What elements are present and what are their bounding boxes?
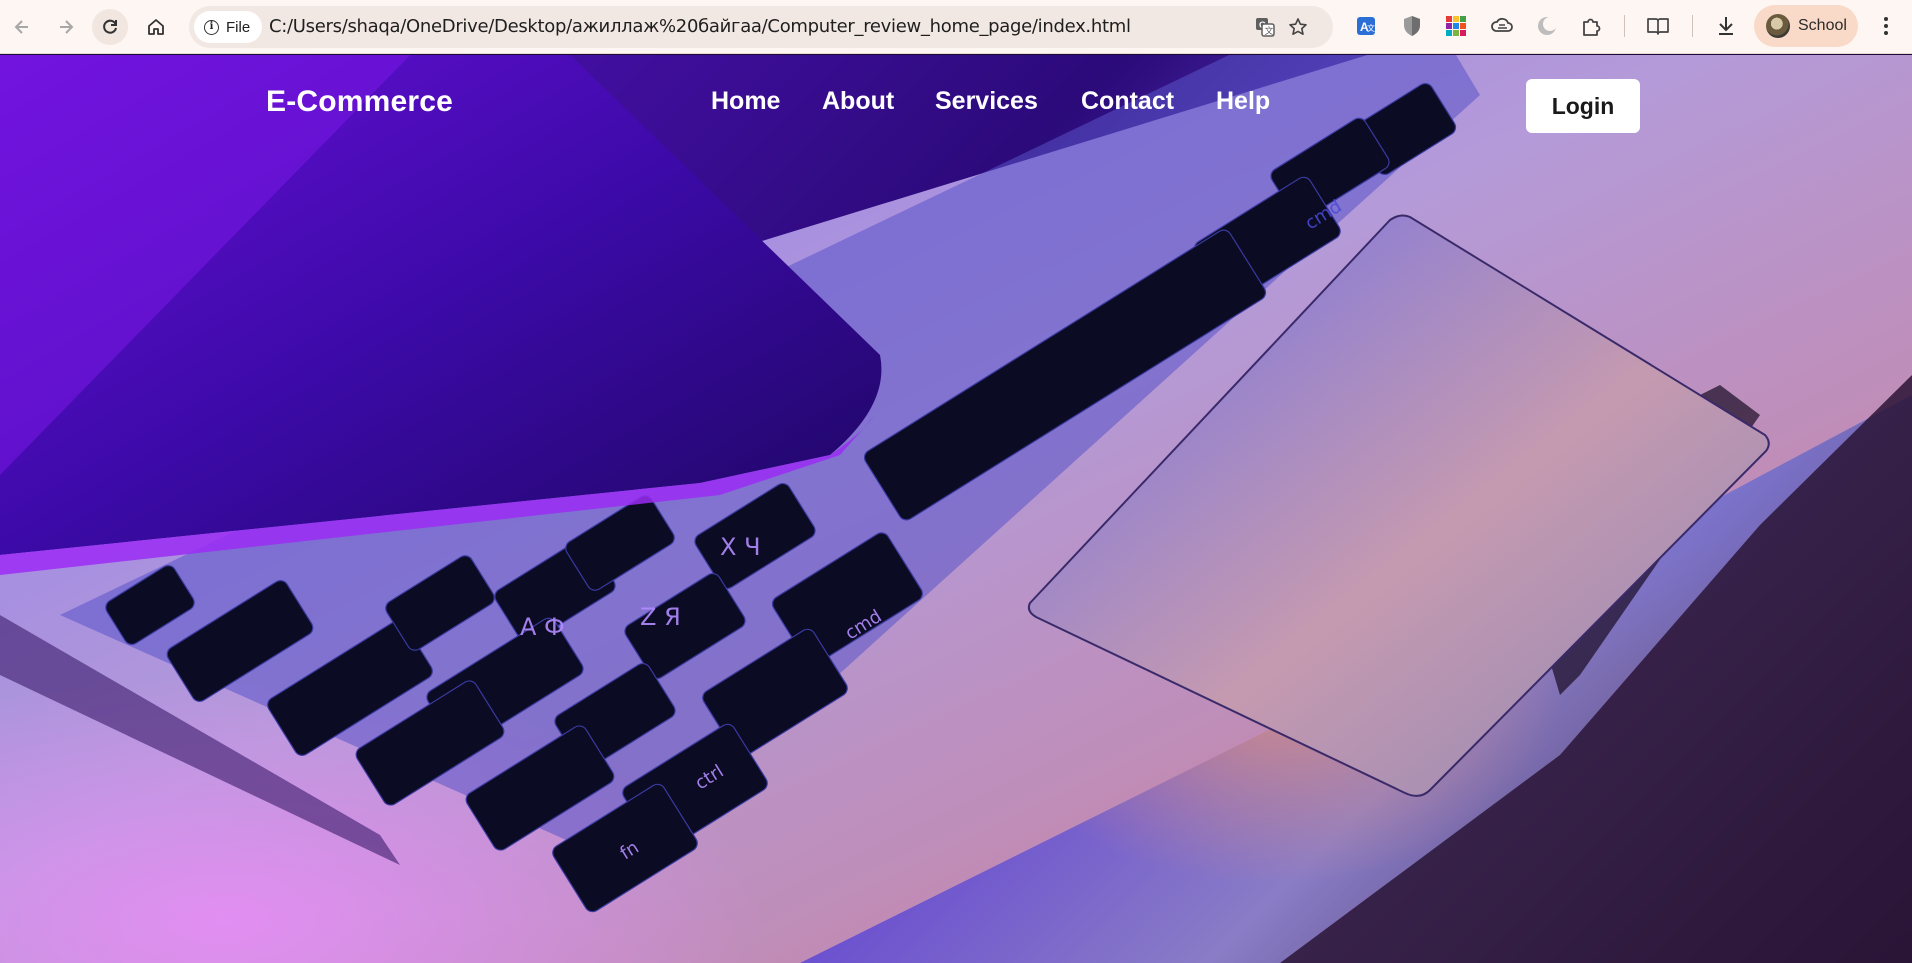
url-text[interactable]: C:/Users/shaqa/OneDrive/Desktop/ажиллаж%… (269, 6, 1131, 48)
site-navbar: E-Commerce Home About Services Contact H… (0, 55, 1912, 165)
reading-mode-icon[interactable] (1644, 12, 1672, 40)
browser-toolbar: i File C:/Users/shaqa/OneDrive/Desktop/а… (0, 0, 1912, 54)
puzzle-icon[interactable] (1578, 12, 1606, 40)
svg-text:文: 文 (1265, 25, 1274, 37)
translator-extension-icon[interactable]: A文 (1352, 12, 1380, 40)
menu-dots-icon[interactable] (1872, 12, 1900, 40)
translate-icon[interactable]: G文 (1252, 14, 1278, 40)
info-icon: i (204, 19, 219, 35)
nav-link-help[interactable]: Help (1216, 87, 1270, 116)
profile-avatar (1766, 14, 1790, 38)
nav-link-services[interactable]: Services (935, 87, 1038, 116)
palette-extension-icon[interactable] (1442, 12, 1470, 40)
svg-text:А Ф: А Ф (520, 613, 565, 641)
moon-extension-icon[interactable] (1533, 12, 1561, 40)
site-info-chip[interactable]: i File (194, 11, 262, 43)
svg-text:文: 文 (1367, 23, 1375, 33)
cloud-extension-icon[interactable] (1488, 12, 1516, 40)
profile-label: School (1798, 17, 1847, 34)
home-icon[interactable] (138, 9, 174, 45)
shield-extension-icon[interactable] (1398, 12, 1426, 40)
nav-link-contact[interactable]: Contact (1081, 87, 1174, 116)
download-icon[interactable] (1712, 12, 1740, 40)
nav-link-home[interactable]: Home (711, 87, 780, 116)
nav-link-about[interactable]: About (822, 87, 894, 116)
site-info-label: File (226, 18, 251, 36)
reload-icon[interactable] (92, 9, 128, 45)
toolbar-divider (1624, 15, 1625, 37)
profile-button[interactable]: School (1754, 5, 1858, 47)
toolbar-divider (1692, 15, 1693, 37)
address-bar[interactable]: i File C:/Users/shaqa/OneDrive/Desktop/а… (189, 6, 1333, 48)
login-button[interactable]: Login (1526, 79, 1640, 133)
hero-section: cmd ctrl fn cmd А Ф Z Я X Ч E-Commerce H… (0, 55, 1912, 963)
svg-text:Z Я: Z Я (640, 603, 681, 631)
laptop-background-image: cmd ctrl fn cmd А Ф Z Я X Ч (0, 55, 1912, 963)
back-icon[interactable] (4, 9, 40, 45)
svg-text:X Ч: X Ч (720, 533, 761, 561)
forward-icon[interactable] (48, 9, 84, 45)
star-icon[interactable] (1285, 14, 1311, 40)
